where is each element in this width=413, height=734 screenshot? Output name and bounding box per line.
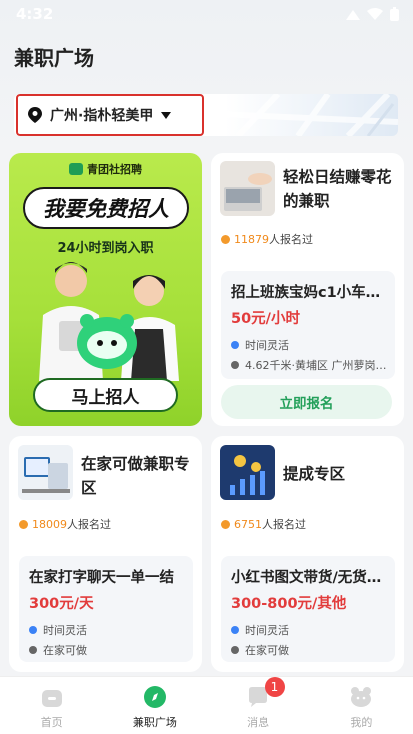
promo-headline: 我要免费招人 <box>23 187 189 229</box>
location-icon <box>231 361 239 369</box>
job-location: 在家可做 <box>231 642 289 658</box>
location-selector[interactable]: 广州·指朴轻美甲 <box>16 94 204 136</box>
job-title: 在家打字聊天一单一结 <box>29 570 174 586</box>
message-badge: 1 <box>264 677 285 697</box>
category-card-work-from-home[interactable]: 在家可做兼职专区 18009人报名过 在家打字聊天一单一结 300元/天 时间灵… <box>9 436 202 672</box>
category-card-commission[interactable]: 提成专区 6751人报名过 小红书图文带货/无货… 300-800元/其他 时间… <box>211 436 404 672</box>
job-salary: 300-800元/其他 <box>231 596 347 612</box>
location-bar: 广州·指朴轻美甲 <box>14 94 398 136</box>
status-time: 4:32 <box>16 5 54 23</box>
clock-icon <box>231 341 239 349</box>
job-title: 小红书图文带货/无货… <box>231 570 382 586</box>
tab-messages[interactable]: 1 消息 <box>207 677 310 734</box>
category-thumbnail <box>220 161 275 216</box>
job-preview[interactable]: 小红书图文带货/无货… 300-800元/其他 时间灵活 在家可做 <box>221 556 395 662</box>
job-time: 时间灵活 <box>231 622 289 638</box>
home-icon <box>41 690 62 707</box>
tab-home[interactable]: 首页 <box>0 677 103 734</box>
battery-icon <box>390 7 399 21</box>
profile-icon <box>351 687 372 707</box>
category-thumbnail <box>220 445 275 500</box>
tab-jobs-square[interactable]: 兼职广场 <box>103 677 206 734</box>
location-icon <box>29 646 37 654</box>
job-salary: 300元/天 <box>29 596 94 612</box>
status-bar: 4:32 <box>0 0 413 28</box>
job-time: 时间灵活 <box>29 622 87 638</box>
promo-brand: 青团社招聘 <box>9 161 202 177</box>
wifi-icon <box>367 8 383 20</box>
page-title: 兼职广场 <box>14 46 94 70</box>
job-preview[interactable]: 在家打字聊天一单一结 300元/天 时间灵活 在家可做 <box>19 556 193 662</box>
category-title: 轻松日结赚零花的兼职 <box>283 168 392 210</box>
map-decoration <box>218 94 398 136</box>
category-card-daily-pay[interactable]: 轻松日结赚零花的兼职 11879人报名过 招上班族宝妈c1小车… 50元/小时 … <box>211 153 404 426</box>
location-icon <box>231 646 239 654</box>
signup-count: 6751人报名过 <box>221 516 306 532</box>
signup-icon <box>19 519 28 529</box>
clock-icon <box>231 626 239 634</box>
recruit-now-button[interactable]: 马上招人 <box>33 378 178 412</box>
tab-label: 首页 <box>40 716 63 729</box>
signal-icon <box>346 10 360 20</box>
job-preview[interactable]: 招上班族宝妈c1小车… 50元/小时 时间灵活 4.62千米·黄埔区 广州萝岗… <box>221 271 395 379</box>
tab-label: 我的 <box>350 716 373 729</box>
signup-icon <box>221 234 230 244</box>
signup-count: 18009人报名过 <box>19 516 111 532</box>
brand-logo-icon <box>69 163 83 175</box>
category-title: 在家可做兼职专区 <box>81 455 190 497</box>
caret-down-icon <box>161 111 172 119</box>
location-text: 广州·指朴轻美甲 <box>50 108 154 124</box>
job-time: 时间灵活 <box>231 337 289 353</box>
recruit-promo-banner[interactable]: 青团社招聘 我要免费招人 24小时到岗入职 马上招人 <box>9 153 202 426</box>
promo-people-illustration <box>39 262 179 381</box>
signup-icon <box>221 519 230 529</box>
bottom-tab-bar: 首页 兼职广场 1 消息 我的 <box>0 676 413 734</box>
job-title: 招上班族宝妈c1小车… <box>231 285 381 301</box>
status-icons <box>346 7 399 21</box>
tab-profile[interactable]: 我的 <box>310 677 413 734</box>
job-salary: 50元/小时 <box>231 311 300 327</box>
job-location: 在家可做 <box>29 642 87 658</box>
category-title: 提成专区 <box>283 465 346 483</box>
tab-label: 消息 <box>247 716 270 729</box>
compass-icon <box>143 686 166 708</box>
tab-label: 兼职广场 <box>132 716 177 729</box>
signup-count: 11879人报名过 <box>221 231 313 247</box>
job-location: 4.62千米·黄埔区 广州萝岗… <box>231 357 389 373</box>
clock-icon <box>29 626 37 634</box>
category-thumbnail <box>18 445 73 500</box>
location-pin-icon <box>28 107 42 123</box>
apply-now-button[interactable]: 立即报名 <box>221 385 392 419</box>
